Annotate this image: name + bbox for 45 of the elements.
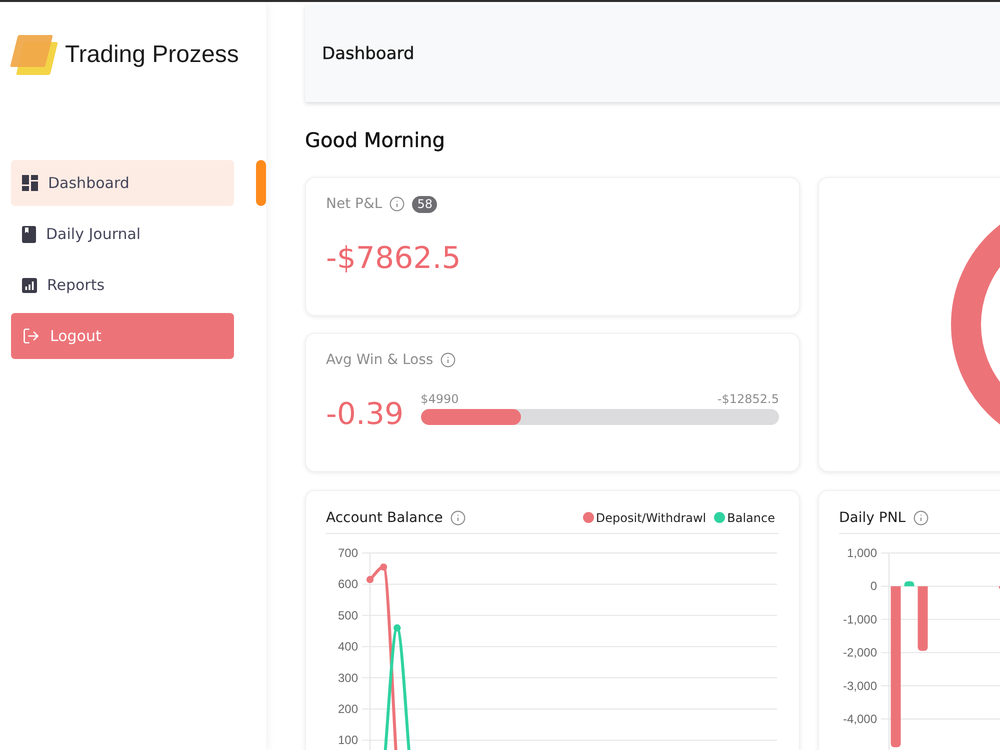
y-axis-label: -3,000 <box>843 678 877 693</box>
metric-value: -$7862.5 <box>326 241 461 277</box>
chart-title: Account Balance <box>326 510 443 526</box>
greeting-text: Good Morning <box>305 127 445 154</box>
y-axis-label: 1,000 <box>847 546 877 560</box>
metric-label: Net P&L <box>326 196 382 212</box>
nav-link[interactable]: Dashboard <box>11 160 234 206</box>
chart-bar <box>904 581 914 586</box>
chart-title: Daily PNL <box>839 510 906 526</box>
chart-point <box>394 624 401 632</box>
y-axis-label: 700 <box>338 546 358 560</box>
y-axis-label: 400 <box>338 640 358 654</box>
bar-chart-icon <box>22 278 37 292</box>
logout-icon <box>22 327 40 345</box>
book-icon <box>22 226 36 242</box>
y-axis-label: 600 <box>338 577 358 592</box>
logo-text: Trading Prozess <box>65 40 239 70</box>
logo-icon <box>10 35 58 75</box>
y-axis-label: -2,000 <box>843 646 877 660</box>
y-axis-label: 0 <box>870 579 877 594</box>
dashboard-icon <box>22 175 38 191</box>
y-axis-label: 300 <box>338 670 358 685</box>
nav-link[interactable]: Reports <box>11 262 234 308</box>
info-icon <box>440 352 456 368</box>
info-icon <box>389 196 406 212</box>
nav-link[interactable]: Daily Journal <box>11 211 234 257</box>
info-icon <box>912 510 929 526</box>
legend-label: Deposit/Withdrawl <box>596 510 706 524</box>
chart-point <box>380 563 388 571</box>
info-icon <box>450 510 466 526</box>
y-axis-label: -4,000 <box>843 712 877 726</box>
count-badge: 58 <box>412 196 438 212</box>
y-axis-label: 200 <box>338 702 358 716</box>
y-axis-label: 500 <box>338 608 358 622</box>
chart-bar <box>918 586 928 651</box>
chart-point <box>366 576 374 584</box>
legend-label: Balance <box>727 510 775 524</box>
bar-label: -$12852.5 <box>717 392 779 406</box>
y-axis-label: -1,000 <box>843 612 877 626</box>
page-title: Dashboard <box>322 44 414 64</box>
metric-value: -0.39 <box>326 397 404 433</box>
bar-label: $4990 <box>420 392 459 406</box>
y-axis-label: 100 <box>338 733 358 748</box>
metric-label: Avg Win & Loss <box>326 352 434 368</box>
active-indicator <box>256 160 266 206</box>
